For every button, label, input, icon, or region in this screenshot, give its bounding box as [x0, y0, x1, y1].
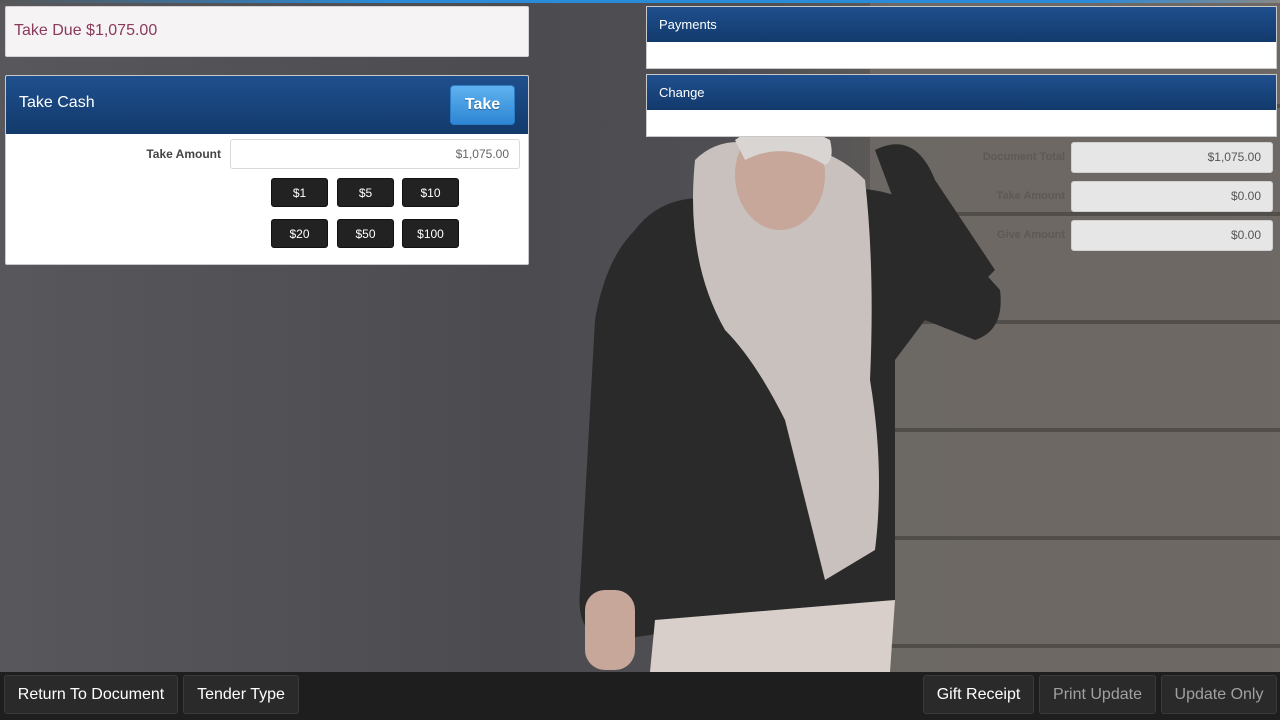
- document-total-label: Document Total: [982, 151, 1065, 163]
- take-cash-panel: Take Cash Take Take Amount $1,075.00 $1 …: [5, 75, 529, 265]
- denomination-1-button[interactable]: $1: [271, 178, 328, 207]
- take-due-text: Take Due $1,075.00: [14, 22, 158, 39]
- take-cash-title: Take Cash: [19, 94, 95, 111]
- print-update-button[interactable]: Print Update: [1039, 675, 1156, 714]
- payments-panel: Payments: [646, 6, 1277, 69]
- take-button[interactable]: Take: [450, 85, 515, 125]
- return-to-document-button[interactable]: Return To Document: [4, 675, 178, 714]
- denomination-10-button[interactable]: $10: [402, 178, 459, 207]
- gift-receipt-button[interactable]: Gift Receipt: [923, 675, 1034, 714]
- top-accent-strip: [0, 0, 1280, 3]
- denomination-100-button[interactable]: $100: [402, 219, 459, 248]
- give-amount-label: Give Amount: [996, 229, 1065, 241]
- take-due-banner: Take Due $1,075.00: [5, 6, 529, 57]
- summary-take-amount-field: $0.00: [1071, 181, 1273, 212]
- take-cash-header: Take Cash Take: [6, 76, 528, 134]
- take-amount-input[interactable]: $1,075.00: [230, 139, 520, 169]
- tender-type-button[interactable]: Tender Type: [183, 675, 299, 714]
- background-model-photo: [579, 120, 1001, 672]
- change-panel: Change: [646, 74, 1277, 137]
- bottom-action-bar: Return To Document Tender Type Gift Rece…: [0, 672, 1280, 720]
- denomination-5-button[interactable]: $5: [337, 178, 394, 207]
- take-amount-label: Take Amount: [146, 147, 221, 161]
- change-header: Change: [647, 75, 1276, 110]
- summary-take-amount-label: Take Amount: [996, 190, 1065, 202]
- denomination-20-button[interactable]: $20: [271, 219, 328, 248]
- denomination-50-button[interactable]: $50: [337, 219, 394, 248]
- give-amount-field: $0.00: [1071, 220, 1273, 251]
- payments-header: Payments: [647, 7, 1276, 42]
- document-total-field: $1,075.00: [1071, 142, 1273, 173]
- update-only-button[interactable]: Update Only: [1161, 675, 1277, 714]
